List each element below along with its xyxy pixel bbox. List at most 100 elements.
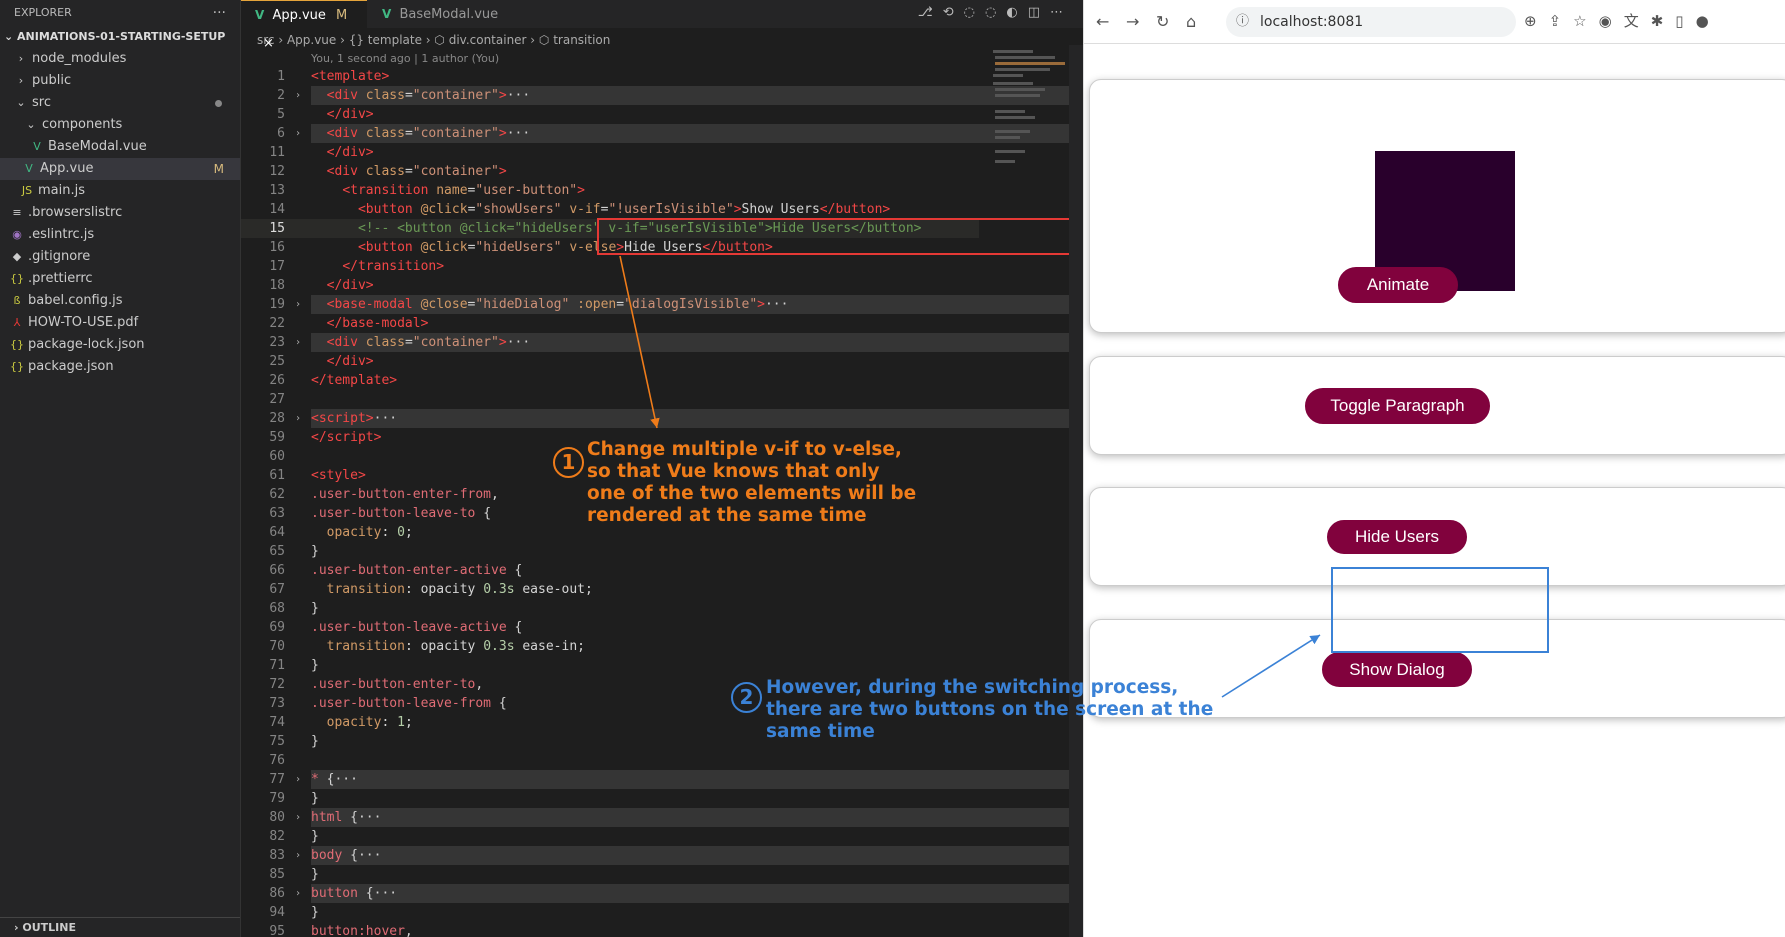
outline-section[interactable]: › OUTLINE [0, 917, 240, 937]
hide-users-button[interactable]: Hide Users [1327, 520, 1467, 554]
code-text: .user-button-leave-to { [311, 506, 492, 521]
close-icon[interactable]: × [263, 36, 274, 51]
code-line[interactable]: 79} [241, 789, 979, 808]
code-line[interactable]: 65} [241, 542, 979, 561]
code-line[interactable]: 82} [241, 827, 979, 846]
code-line[interactable]: 77 › * {··· [241, 770, 1219, 789]
code-line[interactable]: 28 › <script>··· [241, 409, 1219, 428]
more-actions-icon[interactable]: ··· [213, 0, 226, 26]
avatar[interactable]: ● [1696, 12, 1721, 30]
file-icon: ≡ [12, 206, 22, 219]
code-line[interactable]: 1 <template> [241, 67, 979, 86]
next-change-icon[interactable]: ◌ [985, 5, 1006, 20]
file-tree-item[interactable]: ≡ .browserslistrc [0, 202, 240, 224]
code-line[interactable]: 70 transition: opacity 0.3s ease-in; [241, 637, 979, 656]
code-line[interactable]: 25 </div> [241, 352, 979, 371]
code-line[interactable]: 17 </transition> [241, 257, 979, 276]
file-tree-item[interactable]: › public [0, 70, 240, 92]
code-line[interactable]: 23 › <div class="container">··· [241, 333, 1219, 352]
file-tree-item[interactable]: ⌄ src [0, 92, 240, 114]
line-number: 83 [269, 848, 285, 863]
source-control-icon[interactable]: ⎇ [918, 5, 943, 20]
puzzle-icon[interactable]: ✱ [1651, 12, 1676, 30]
fold-chevron-icon[interactable]: › [295, 770, 301, 789]
sidebar-icon[interactable]: ▯ [1675, 12, 1695, 30]
code-line[interactable]: 2 › <div class="container">··· [241, 86, 1219, 105]
translate-icon[interactable]: 文 [1624, 12, 1651, 30]
fold-chevron-icon[interactable]: › [295, 808, 301, 827]
code-line[interactable]: 27 [241, 390, 979, 409]
fold-chevron-icon[interactable]: › [295, 86, 301, 105]
zoom-icon[interactable]: ⊕ [1524, 12, 1549, 30]
file-tree-item[interactable]: ß babel.config.js [0, 290, 240, 312]
code-line[interactable]: 26 </template> [241, 371, 979, 390]
fold-chevron-icon[interactable]: › [295, 409, 301, 428]
file-tree-item[interactable]: › node_modules [0, 48, 240, 70]
file-tree-item[interactable]: ◉ .eslintrc.js [0, 224, 240, 246]
back-icon[interactable]: ← [1096, 12, 1109, 31]
file-tree-item[interactable]: {} .prettierrc [0, 268, 240, 290]
fold-chevron-icon[interactable]: › [295, 333, 301, 352]
code-line[interactable]: 67 transition: opacity 0.3s ease-out; [241, 580, 979, 599]
code-line[interactable]: 95 button:hover, [241, 922, 979, 937]
code-line[interactable]: 6 › <div class="container">··· [241, 124, 1219, 143]
code-line[interactable]: 13 <transition name="user-button"> [241, 181, 979, 200]
code-line[interactable]: 18 </div> [241, 276, 979, 295]
forward-icon[interactable]: → [1126, 12, 1139, 31]
code-line[interactable]: 71} [241, 656, 979, 675]
animate-button[interactable]: Animate [1338, 267, 1458, 303]
scrollbar[interactable] [1069, 45, 1083, 937]
browser-toolbar: ← → ↻ ⌂ ⓘ localhost:8081 ⊕⇪☆◉文✱▯● [1084, 0, 1785, 44]
share-icon[interactable]: ⇪ [1549, 12, 1574, 30]
fold-chevron-icon[interactable]: › [295, 295, 301, 314]
code-line[interactable]: 80 › html {··· [241, 808, 1219, 827]
home-icon[interactable]: ⌂ [1186, 12, 1196, 31]
file-tree-item[interactable]: ◆ .gitignore [0, 246, 240, 268]
file-tree-item[interactable]: {} package-lock.json [0, 334, 240, 356]
file-tree-item[interactable]: ⌄ components [0, 114, 240, 136]
project-folder[interactable]: ⌄ ANIMATIONS-01-STARTING-SETUP [0, 26, 240, 48]
file-tree-item[interactable]: {} package.json [0, 356, 240, 378]
code-line[interactable]: 11 </div> [241, 143, 979, 162]
code-text: <style> [311, 468, 366, 483]
code-line[interactable]: 68} [241, 599, 979, 618]
site-info-icon[interactable]: ⓘ [1236, 7, 1249, 37]
code-line[interactable]: 66 .user-button-enter-active { [241, 561, 979, 580]
code-line[interactable]: 69 .user-button-leave-active { [241, 618, 979, 637]
address-bar[interactable]: ⓘ localhost:8081 [1226, 7, 1516, 37]
code-line[interactable]: 12 <div class="container"> [241, 162, 979, 181]
copilot-icon[interactable]: ◐ [1006, 5, 1027, 20]
fold-chevron-icon[interactable]: › [295, 846, 301, 865]
code-line[interactable]: 14 <button @click="showUsers" v-if="!use… [241, 200, 979, 219]
browser-window: ← → ↻ ⌂ ⓘ localhost:8081 ⊕⇪☆◉文✱▯● Animat… [1083, 0, 1785, 937]
code-line[interactable]: 22 </base-modal> [241, 314, 979, 333]
line-number: 59 [269, 430, 285, 445]
code-line[interactable]: 83 › body {··· [241, 846, 1219, 865]
code-line[interactable]: 85} [241, 865, 979, 884]
fold-chevron-icon[interactable]: › [295, 884, 301, 903]
line-number: 64 [269, 525, 285, 540]
history-icon[interactable]: ⟲ [943, 5, 964, 20]
code-line[interactable]: 94} [241, 903, 979, 922]
reload-icon[interactable]: ↻ [1156, 12, 1169, 31]
code-line[interactable]: 5 </div> [241, 105, 979, 124]
more-actions-icon[interactable]: ⋯ [1050, 5, 1073, 20]
previous-change-icon[interactable]: ◌ [964, 5, 985, 20]
minimap[interactable] [985, 50, 1075, 370]
split-editor-icon[interactable]: ◫ [1028, 5, 1050, 20]
show-dialog-button[interactable]: Show Dialog [1322, 652, 1472, 687]
tab-basemodal-vue[interactable]: V BaseModal.vue [368, 0, 508, 28]
file-tree-item[interactable]: JS main.js [0, 180, 240, 202]
fold-chevron-icon[interactable]: › [295, 124, 301, 143]
tab-app-vue[interactable]: V App.vue M × [241, 0, 367, 51]
toggle-paragraph-button[interactable]: Toggle Paragraph [1305, 388, 1490, 424]
code-line[interactable]: 86 › button {··· [241, 884, 1219, 903]
bookmark-star-icon[interactable]: ☆ [1573, 12, 1598, 30]
file-tree-item[interactable]: V App.vue M [0, 158, 240, 180]
file-tree-item[interactable]: ⅄ HOW-TO-USE.pdf [0, 312, 240, 334]
file-tree-item[interactable]: V BaseModal.vue [0, 136, 240, 158]
code-line[interactable]: 76 [241, 751, 979, 770]
breadcrumb[interactable]: src › App.vue › {} template › ⬡ div.cont… [241, 28, 1083, 52]
extension-icon[interactable]: ◉ [1599, 12, 1624, 30]
code-line[interactable]: 19 › <base-modal @close="hideDialog" :ope… [241, 295, 1219, 314]
